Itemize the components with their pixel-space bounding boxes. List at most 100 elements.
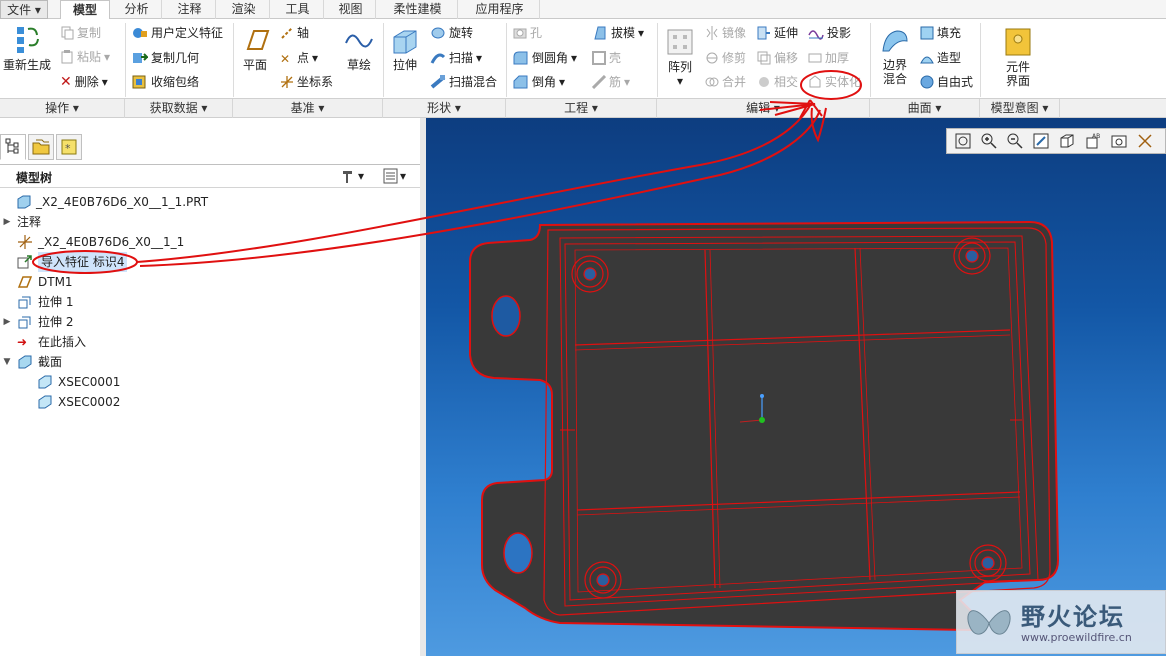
group-datum[interactable]: 基准 ▾ bbox=[233, 99, 383, 118]
display-style-button[interactable] bbox=[1055, 130, 1079, 152]
offset-button[interactable]: 偏移 bbox=[757, 50, 798, 66]
style-button[interactable]: 造型 bbox=[920, 50, 961, 66]
zoom-in-button[interactable] bbox=[977, 130, 1001, 152]
tree-filter-button[interactable]: ▾ bbox=[382, 167, 406, 185]
fill-icon bbox=[920, 26, 934, 40]
hole-label: 孔 bbox=[530, 26, 543, 40]
tree-icon bbox=[5, 138, 19, 154]
tab-analysis[interactable]: 分析 bbox=[112, 0, 162, 19]
copy-button[interactable]: 复制 bbox=[60, 25, 101, 41]
tab-applications[interactable]: 应用程序 bbox=[460, 0, 540, 19]
tab-model[interactable]: 模型 bbox=[60, 0, 110, 20]
csys-button[interactable]: 坐标系 bbox=[280, 74, 333, 90]
sweep-button[interactable]: 扫描 ▾ bbox=[430, 50, 482, 66]
saved-orientations-button[interactable]: AB bbox=[1081, 130, 1105, 152]
tree-item-extrude2[interactable]: ▶ 拉伸 2 bbox=[2, 312, 74, 332]
import-feature-icon bbox=[17, 255, 32, 269]
tree-item-label: 拉伸 1 bbox=[38, 295, 74, 309]
extrude-icon bbox=[18, 316, 31, 329]
tree-item-extrude1[interactable]: 拉伸 1 bbox=[2, 292, 73, 312]
folder-browser-tab[interactable] bbox=[28, 134, 54, 160]
group-surfaces[interactable]: 曲面 ▾ bbox=[870, 99, 980, 118]
swept-blend-button[interactable]: 扫描混合 bbox=[430, 74, 497, 90]
copy-geometry-button[interactable]: 复制几何 bbox=[132, 50, 199, 66]
tab-flexible-modeling[interactable]: 柔性建模 bbox=[378, 0, 458, 19]
tree-item-label: _X2_4E0B76D6_X0__1_1 bbox=[38, 235, 185, 249]
tab-render[interactable]: 渲染 bbox=[218, 0, 270, 19]
chamfer-button[interactable]: 倒角 ▾ bbox=[513, 74, 565, 90]
zoom-in-icon bbox=[981, 133, 997, 149]
tree-item-insert-here[interactable]: ➜ 在此插入 bbox=[2, 332, 86, 352]
point-button[interactable]: ✕ 点 ▾ bbox=[280, 50, 318, 66]
rib-button[interactable]: 筋 ▾ bbox=[592, 74, 630, 90]
boundary-blend-button[interactable]: 边界混合 bbox=[874, 27, 916, 86]
model-tree-title: 模型树 bbox=[16, 171, 53, 185]
extend-button[interactable]: 延伸 bbox=[757, 25, 798, 41]
group-engineering[interactable]: 工程 ▾ bbox=[506, 99, 657, 118]
solidify-button[interactable]: 实体化 bbox=[808, 74, 861, 90]
axis-button[interactable]: 轴 bbox=[280, 25, 309, 41]
graphics-viewport[interactable]: AB bbox=[426, 118, 1166, 656]
favorites-tab[interactable]: * bbox=[56, 134, 82, 160]
view-manager-button[interactable] bbox=[1107, 130, 1131, 152]
separator bbox=[125, 23, 126, 97]
paste-label: 粘贴 bbox=[77, 50, 102, 64]
pattern-button[interactable]: 阵列 ▾ bbox=[660, 27, 700, 88]
tree-item-sections[interactable]: ▼ 截面 bbox=[2, 352, 62, 372]
collapse-arrow-icon[interactable]: ▼ bbox=[2, 357, 12, 367]
tab-view[interactable]: 视图 bbox=[326, 0, 376, 19]
zoom-out-button[interactable] bbox=[1003, 130, 1027, 152]
model-tree-tab[interactable] bbox=[0, 134, 26, 160]
tree-settings-button[interactable]: ▾ bbox=[340, 167, 364, 185]
component-interface-button[interactable]: 元件界面 bbox=[996, 27, 1040, 88]
group-surfaces-label: 曲面 bbox=[907, 101, 932, 115]
refit-button[interactable] bbox=[951, 130, 975, 152]
hole-button[interactable]: 孔 bbox=[513, 25, 542, 41]
intersect-button[interactable]: 相交 bbox=[757, 74, 798, 90]
udf-button[interactable]: 用户定义特征 bbox=[132, 25, 223, 41]
freestyle-button[interactable]: 自由式 bbox=[920, 74, 973, 90]
mirror-button[interactable]: 镜像 bbox=[705, 25, 746, 41]
group-get-data[interactable]: 获取数据 ▾ bbox=[125, 99, 233, 118]
thicken-button[interactable]: 加厚 bbox=[808, 50, 849, 66]
sketch-button[interactable]: 草绘 bbox=[340, 27, 378, 72]
expand-arrow-icon[interactable]: ▶ bbox=[2, 217, 12, 227]
section-icon bbox=[18, 355, 32, 369]
datum-display-button[interactable] bbox=[1133, 130, 1157, 152]
delete-button[interactable]: ✕ 删除 ▾ bbox=[60, 74, 108, 90]
paste-button[interactable]: 粘贴 ▾ bbox=[60, 49, 110, 65]
fill-button[interactable]: 填充 bbox=[920, 25, 961, 41]
group-editing[interactable]: 编辑 ▾ bbox=[657, 99, 870, 118]
shell-button[interactable]: 壳 bbox=[592, 50, 621, 66]
expand-arrow-icon[interactable]: ▶ bbox=[2, 317, 12, 327]
tree-item-xsec0001[interactable]: XSEC0001 bbox=[22, 372, 120, 392]
tree-item-dtm1[interactable]: DTM1 bbox=[2, 272, 73, 292]
tree-item-csys[interactable]: _X2_4E0B76D6_X0__1_1 bbox=[2, 232, 184, 252]
repaint-button[interactable] bbox=[1029, 130, 1053, 152]
tree-item-part[interactable]: _X2_4E0B76D6_X0__1_1.PRT bbox=[2, 192, 208, 212]
extrude-button[interactable]: 拉伸 bbox=[386, 27, 424, 72]
tab-annotate[interactable]: 注释 bbox=[164, 0, 216, 19]
plane-button[interactable]: 平面 bbox=[236, 27, 274, 72]
group-operations[interactable]: 操作 ▾ bbox=[0, 99, 125, 118]
trim-button[interactable]: 修剪 bbox=[705, 50, 746, 66]
tree-item-import-feature[interactable]: 导入特征 标识4 bbox=[2, 252, 128, 272]
merge-button[interactable]: 合并 bbox=[705, 74, 746, 90]
sweep-label: 扫描 bbox=[449, 51, 474, 65]
tree-item-annotation[interactable]: ▶ 注释 bbox=[2, 212, 41, 232]
pattern-icon bbox=[667, 29, 693, 55]
group-operations-label: 操作 bbox=[45, 101, 70, 115]
trim-icon bbox=[706, 52, 718, 64]
group-model-intent[interactable]: 模型意图 ▾ bbox=[980, 99, 1060, 118]
revolve-button[interactable]: 旋转 bbox=[430, 25, 473, 41]
separator bbox=[233, 23, 234, 97]
regenerate-button[interactable]: 重新生成 bbox=[2, 23, 52, 72]
shrinkwrap-button[interactable]: 收缩包络 bbox=[132, 74, 199, 90]
tree-item-xsec0002[interactable]: XSEC0002 bbox=[22, 392, 120, 412]
tab-tools[interactable]: 工具 bbox=[272, 0, 324, 19]
round-button[interactable]: 倒圆角 ▾ bbox=[513, 50, 577, 66]
project-button[interactable]: 投影 bbox=[808, 25, 851, 41]
group-shapes[interactable]: 形状 ▾ bbox=[383, 99, 506, 118]
draft-button[interactable]: 拔模 ▾ bbox=[592, 25, 644, 41]
tab-file[interactable]: 文件 ▾ bbox=[0, 0, 48, 19]
